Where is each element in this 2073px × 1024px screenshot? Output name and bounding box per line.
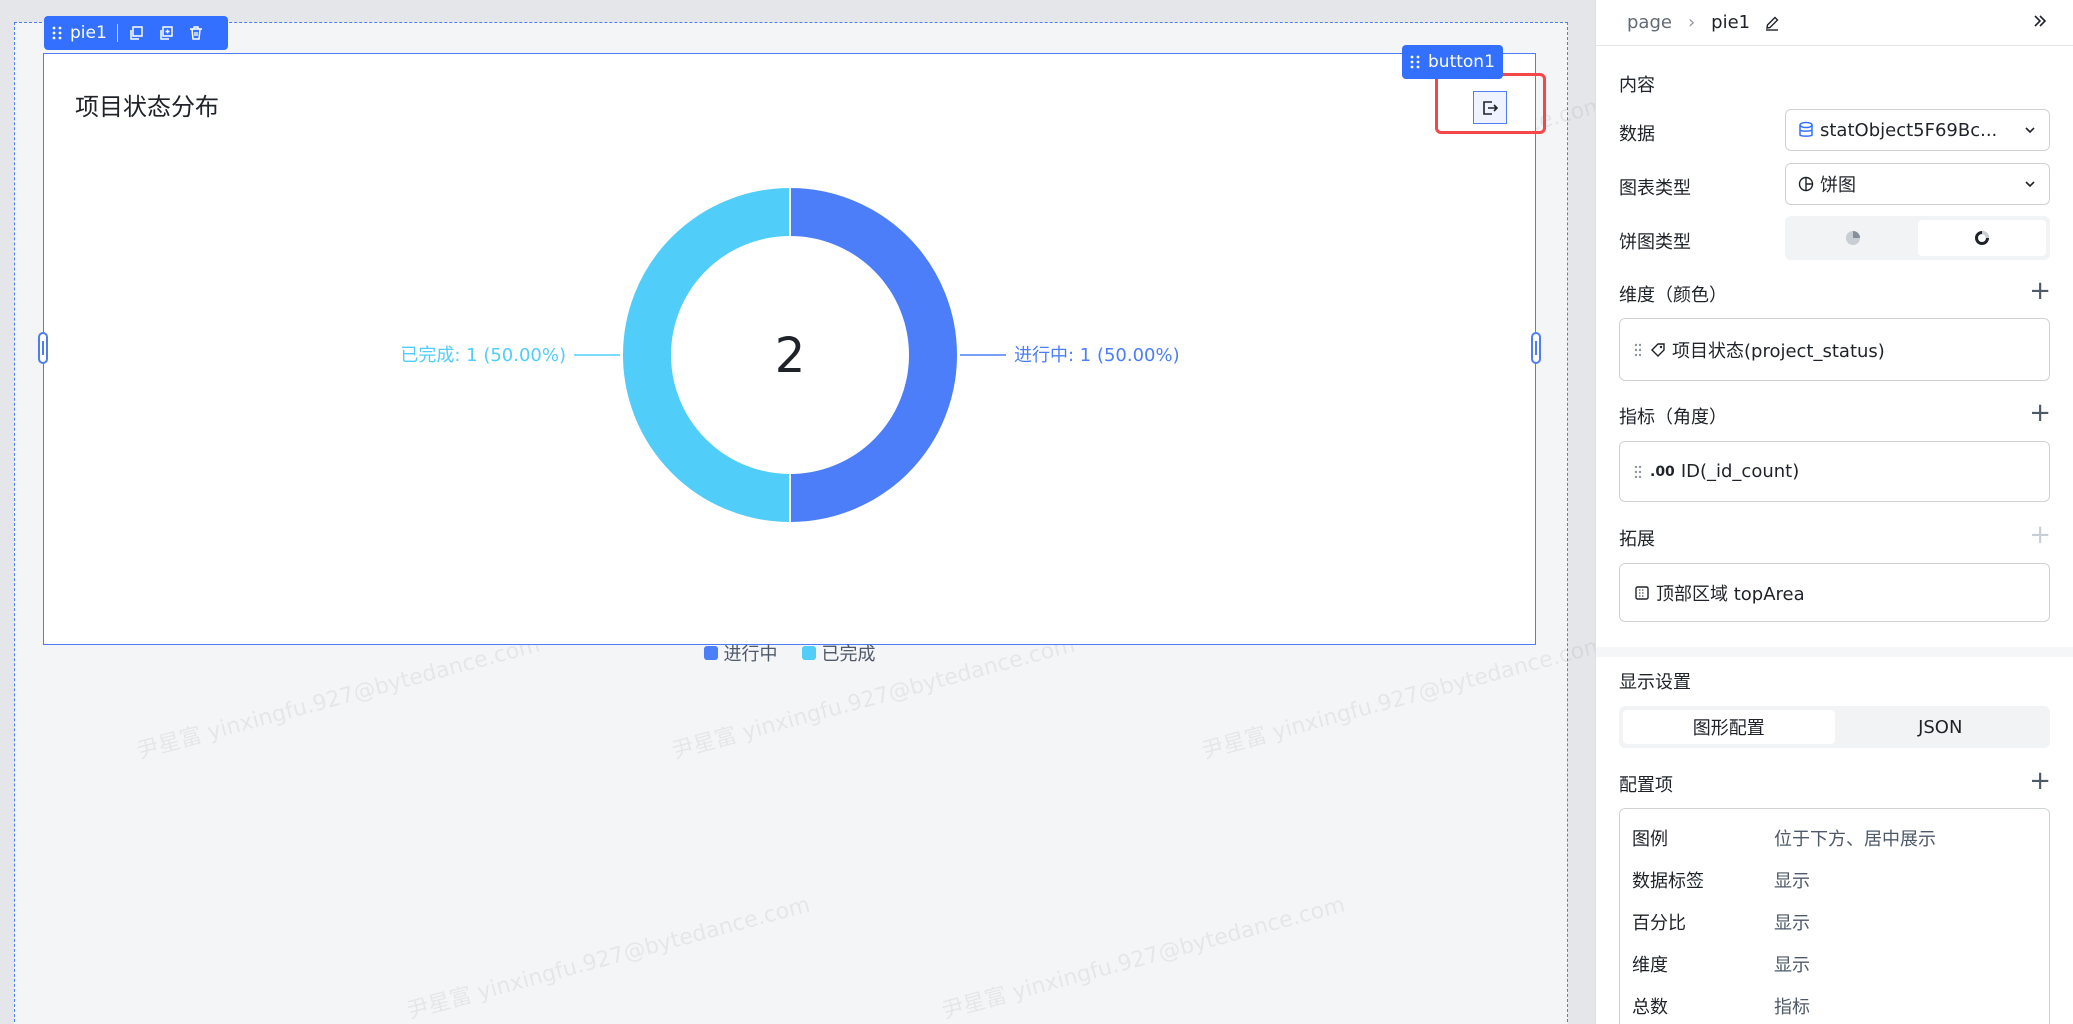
add-extension-icon[interactable]: + [2029,522,2051,548]
collapse-panel-icon[interactable] [2031,12,2049,30]
donut-chart: 进行中: 1 (50.00%) 已完成: 1 (50.00%) 2 [400,185,1180,525]
drag-handle-icon[interactable] [1634,343,1642,357]
metric-field-label: ID(_id_count) [1680,461,1800,482]
tab-graphic-config[interactable]: 图形配置 [1623,710,1835,744]
config-key: 维度 [1632,955,1668,976]
dimension-title: 维度（颜色） [1619,285,1727,306]
config-key: 数据标签 [1632,871,1704,892]
legend-swatch [801,646,816,660]
extension-field[interactable]: 顶部区域 topArea [1619,563,2050,622]
pie-type-donut-option[interactable] [1917,220,2046,256]
pie-type-solid-option[interactable] [1789,220,1918,256]
breadcrumb-root[interactable]: page [1627,12,1672,33]
config-value: 指标 [1774,997,1810,1018]
chevron-down-icon [2023,123,2037,137]
component-tag-label: button1 [1428,52,1495,72]
config-title: 配置项 [1619,775,1673,796]
drag-handle-icon[interactable] [1634,465,1642,479]
tag-icon [1650,342,1666,358]
pie-chart-card[interactable]: 项目状态分布 进行中: 1 (50.00%) 已完成: 1 (50.00%) 2 进… [43,53,1536,665]
add-dimension-icon[interactable]: + [2029,278,2051,304]
data-label: 已完成: 1 (50.00%) [400,345,566,366]
pie-slice-1[interactable] [621,185,791,525]
config-key: 总数 [1632,997,1668,1018]
config-key: 百分比 [1632,913,1686,934]
pie-slice-0[interactable] [789,185,959,525]
config-value: 显示 [1774,913,1810,934]
resize-handle-left[interactable] [38,332,48,364]
data-label: 进行中: 1 (50.00%) [1014,345,1180,366]
data-source-select[interactable]: statObject5F69Bc... [1785,109,2050,151]
area-icon [1634,585,1650,601]
legend-label: 已完成 [821,644,876,665]
editor-canvas[interactable]: 尹星富 yinxingfu.927@bytedance.com 尹星富 yinx… [0,0,1608,1024]
config-key: 图例 [1632,829,1668,850]
resize-handle-right[interactable] [1531,332,1541,364]
component-tag-pie1[interactable]: pie1 [44,16,228,50]
config-row-dimension[interactable]: 维度 显示 [1632,951,2042,977]
config-value: 位于下方、居中展示 [1774,829,1936,850]
database-icon [1798,121,1814,139]
metric-field[interactable]: .00 ID(_id_count) [1619,441,2050,502]
add-metric-icon[interactable]: + [2029,400,2051,426]
chart-type-label: 图表类型 [1619,178,1691,199]
legend-label: 进行中 [723,644,778,665]
drag-handle-icon[interactable] [1410,55,1420,69]
config-row-total[interactable]: 总数 指标 [1632,993,2042,1019]
center-total: 2 [775,328,806,384]
pie-chart-icon [1798,176,1814,192]
component-tag-label: pie1 [70,23,107,43]
chart-type-value: 饼图 [1820,175,1856,196]
chevron-down-icon [2023,177,2037,191]
breadcrumb: page › pie1 [1596,0,2073,46]
extension-title: 拓展 [1619,529,1655,550]
duplicate-icon[interactable] [158,25,174,41]
properties-panel: page › pie1 内容 数据 statObject5F69Bc... 图表… [1595,0,2073,1024]
donut-icon [1974,230,1989,245]
delete-icon[interactable] [188,25,204,41]
add-config-icon[interactable]: + [2029,768,2051,794]
tab-json[interactable]: JSON [1835,710,2047,744]
drag-handle-icon[interactable] [52,26,62,40]
display-mode-toggle: 图形配置 JSON [1619,706,2050,748]
config-value: 显示 [1774,955,1810,976]
legend-swatch [703,646,718,660]
data-source-value: statObject5F69Bc... [1820,119,1998,141]
breadcrumb-current: pie1 [1711,12,1751,33]
chart-legend: 进行中 已完成 [44,640,1535,666]
config-value: 显示 [1774,871,1810,892]
tag-divider [116,24,118,42]
chart-type-select[interactable]: 饼图 [1785,163,2050,205]
pie-solid-icon [1846,231,1861,245]
number-field-icon: .00 [1650,463,1675,480]
dimension-field-label: 项目状态(project_status) [1672,340,1885,362]
config-row-data-label[interactable]: 数据标签 显示 [1632,867,2042,893]
data-label: 数据 [1619,124,1655,145]
config-row-legend[interactable]: 图例 位于下方、居中展示 [1632,825,2042,851]
edit-icon[interactable] [1764,15,1780,31]
content-section-title: 内容 [1619,75,1655,96]
config-row-percentage[interactable]: 百分比 显示 [1632,909,2042,935]
legend-item[interactable]: 已完成 [801,640,876,666]
component-tag-button1[interactable]: button1 [1402,45,1503,79]
dimension-field[interactable]: 项目状态(project_status) [1619,318,2050,381]
pie-type-label: 饼图类型 [1619,232,1691,253]
highlight-annotation [1435,73,1546,134]
pie-type-toggle [1785,216,2050,260]
copy-icon[interactable] [128,25,144,41]
config-list: 图例 位于下方、居中展示 数据标签 显示 百分比 显示 维度 显示 总数 指标 [1619,808,2050,1024]
chevron-right-icon: › [1687,12,1696,33]
metric-title: 指标（角度） [1619,407,1727,428]
display-settings-title: 显示设置 [1619,672,1691,693]
legend-item[interactable]: 进行中 [703,640,778,666]
extension-field-label: 顶部区域 topArea [1656,583,1805,605]
section-divider [1596,647,2073,657]
